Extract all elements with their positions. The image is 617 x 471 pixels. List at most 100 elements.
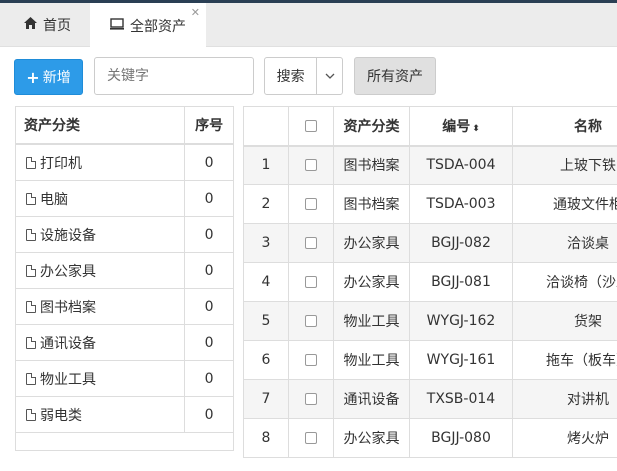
tab-bar: 首页 全部资产 ✕ (0, 3, 617, 48)
row-code: TSDA-004 (409, 145, 513, 185)
row-select[interactable] (288, 223, 334, 263)
row-checkbox[interactable] (305, 276, 317, 288)
row-checkbox[interactable] (305, 198, 317, 210)
sort-icon[interactable]: ⬍ (472, 124, 480, 134)
row-select[interactable] (288, 184, 334, 224)
category-item[interactable]: 图书档案 0 (16, 289, 233, 325)
category-seq: 0 (204, 226, 214, 243)
category-name-cell[interactable]: 办公家具 (16, 253, 186, 288)
header-code-label: 编号 (442, 118, 471, 135)
table-row[interactable]: 3 办公家具 BGJJ-082 洽谈桌 (243, 223, 617, 263)
category-name-cell[interactable]: 物业工具 (16, 361, 186, 396)
row-code: WYGJ-161 (409, 340, 513, 380)
row-checkbox[interactable] (305, 393, 317, 405)
row-name: 洽谈椅（沙发 (512, 262, 617, 302)
row-select[interactable] (288, 340, 334, 380)
category-item[interactable]: 弱电类 0 (16, 397, 233, 433)
file-icon (26, 228, 36, 241)
category-seq: 0 (204, 370, 214, 387)
header-code[interactable]: 编号 ⬍ (409, 106, 513, 147)
tab-all-assets-label: 全部资产 (130, 18, 186, 35)
row-select[interactable] (288, 262, 334, 302)
close-icon[interactable]: ✕ (191, 6, 200, 19)
row-index: 6 (243, 340, 289, 380)
category-name-cell[interactable]: 图书档案 (16, 289, 186, 324)
row-select[interactable] (288, 418, 334, 458)
row-checkbox[interactable] (305, 432, 317, 444)
add-button-label: 新增 (42, 70, 71, 86)
row-code: WYGJ-162 (409, 301, 513, 341)
category-name: 电脑 (40, 191, 68, 208)
tab-all-assets[interactable]: 全部资产 ✕ (90, 3, 206, 48)
row-category: 办公家具 (333, 223, 410, 263)
row-name: 货架 (512, 301, 617, 341)
category-item[interactable]: 打印机 0 (16, 145, 233, 181)
header-index (243, 106, 289, 147)
table-row[interactable]: 5 物业工具 WYGJ-162 货架 (243, 301, 617, 341)
table-row[interactable]: 1 图书档案 TSDA-004 上玻下铁 (243, 145, 617, 185)
category-name-cell[interactable]: 通讯设备 (16, 325, 186, 360)
row-name: 洽谈桌 (512, 223, 617, 263)
row-select[interactable] (288, 301, 334, 341)
header-select-all[interactable] (288, 106, 334, 147)
file-icon (26, 408, 36, 421)
category-name: 设施设备 (40, 227, 96, 244)
row-checkbox[interactable] (305, 159, 317, 172)
row-category: 图书档案 (333, 145, 410, 185)
row-select[interactable] (288, 145, 334, 185)
row-code: TXSB-014 (409, 379, 513, 419)
category-name: 图书档案 (40, 299, 96, 316)
category-seq: 0 (204, 154, 214, 171)
header-name[interactable]: 名称 (512, 106, 617, 147)
row-category: 物业工具 (333, 340, 410, 380)
category-item[interactable]: 通讯设备 0 (16, 325, 233, 361)
category-name: 物业工具 (40, 371, 96, 388)
row-select[interactable] (288, 379, 334, 419)
category-item[interactable]: 电脑 0 (16, 181, 233, 217)
file-icon (26, 156, 36, 169)
asset-table-container: 资产分类 编号 ⬍ 名称 1 图书档案 TSDA-004 上玻下铁 2 图书档案 TSDA-0… (243, 106, 617, 471)
category-item[interactable]: 设施设备 0 (16, 217, 233, 253)
row-category: 办公家具 (333, 418, 410, 458)
tab-home[interactable]: 首页 (10, 3, 88, 47)
all-assets-button[interactable]: 所有资产 (354, 57, 436, 95)
category-table: 资产分类 序号 打印机 0 电脑 0 设施设备 0 办公家具 0 图书档案 0 通讯设备 0 物业工具 0… (15, 106, 234, 451)
tab-home-label: 首页 (43, 18, 71, 34)
search-button[interactable]: 搜索 (265, 58, 318, 94)
table-row[interactable]: 7 通讯设备 TXSB-014 对讲机 (243, 379, 617, 419)
file-icon (26, 372, 36, 385)
row-name: 上玻下铁 (512, 145, 617, 185)
row-checkbox[interactable] (305, 237, 317, 249)
table-row[interactable]: 8 办公家具 BGJJ-080 烤火炉 (243, 418, 617, 458)
row-checkbox[interactable] (305, 354, 317, 366)
category-name-cell[interactable]: 打印机 (16, 145, 186, 180)
category-header-seq: 序号 (195, 118, 224, 134)
category-item[interactable]: 办公家具 0 (16, 253, 233, 289)
category-table-header: 资产分类 序号 (16, 107, 233, 145)
row-name: 烤火炉 (512, 418, 617, 458)
row-category: 物业工具 (333, 301, 410, 341)
row-index: 3 (243, 223, 289, 263)
category-name-cell[interactable]: 电脑 (16, 181, 186, 216)
table-row[interactable]: 6 物业工具WYGJ-161拖车（板车） (243, 340, 617, 380)
category-name-cell[interactable]: 弱电类 (16, 397, 186, 432)
table-row[interactable]: 4 办公家具BGJJ-081洽谈椅（沙发 (243, 262, 617, 302)
category-item[interactable]: 物业工具 0 (16, 361, 233, 397)
add-button[interactable]: + 新增 (14, 59, 83, 95)
category-name: 通讯设备 (40, 335, 96, 352)
chevron-down-icon[interactable] (317, 58, 342, 94)
keyword-search-input[interactable] (94, 57, 254, 95)
category-table-filler (16, 433, 233, 450)
row-code: BGJJ-082 (409, 223, 513, 263)
header-category[interactable]: 资产分类 (333, 106, 410, 147)
row-checkbox[interactable] (305, 315, 317, 327)
file-icon (26, 336, 36, 349)
select-all-checkbox[interactable] (305, 119, 317, 132)
category-name-cell[interactable]: 设施设备 (16, 217, 186, 252)
row-index: 5 (243, 301, 289, 341)
plus-icon: + (26, 67, 40, 87)
asset-table-header: 资产分类 编号 ⬍ 名称 (243, 106, 617, 147)
table-row[interactable]: 2 图书档案 TSDA-003 通玻文件柜 (243, 184, 617, 224)
file-icon (26, 192, 36, 205)
row-name: 拖车（板车） (512, 340, 617, 380)
